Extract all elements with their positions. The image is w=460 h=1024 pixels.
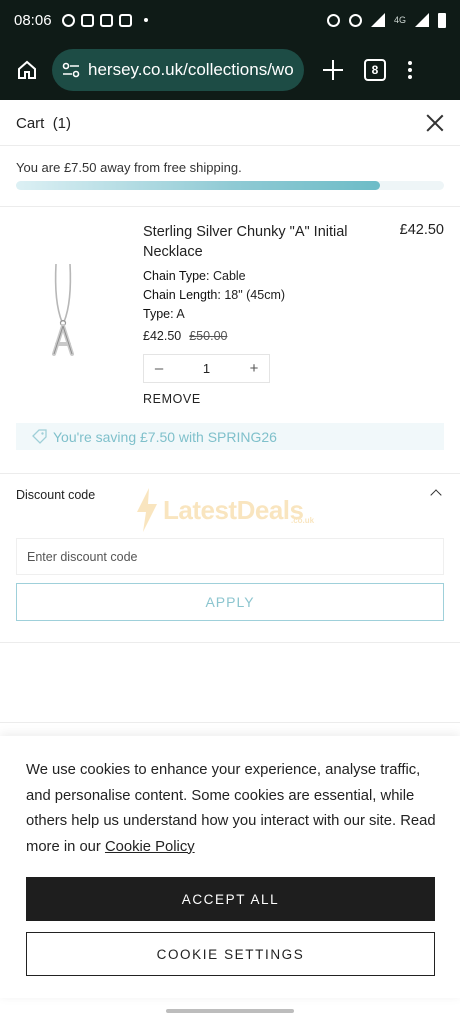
divider: [0, 206, 460, 207]
quantity-stepper: – 1 +: [143, 354, 270, 383]
shipping-progress-bar: [16, 181, 444, 190]
tag-icon: [32, 429, 47, 444]
signal-icon: [415, 13, 429, 27]
lightning-icon: [137, 488, 157, 532]
product-name[interactable]: Sterling Silver Chunky "A" Initial Neckl…: [143, 222, 373, 262]
alarm-icon: [326, 13, 340, 27]
attribute-chain-length: Chain Length: 18" (45cm): [143, 288, 286, 302]
divider: [0, 473, 460, 474]
shipping-progress-fill: [16, 181, 380, 190]
browser-toolbar: hersey.co.uk/collections/wo 8: [0, 40, 460, 100]
quantity-value[interactable]: 1: [174, 361, 239, 376]
accept-all-cookies-button[interactable]: ACCEPT ALL: [26, 877, 435, 921]
compare-price: £50.00: [189, 329, 228, 343]
cart-count: (1): [52, 114, 72, 132]
browser-menu-button[interactable]: [408, 61, 412, 79]
divider: [0, 145, 460, 146]
line-item-price: £42.50: [399, 222, 444, 238]
status-time: 08:06: [14, 11, 52, 29]
decrease-quantity-button[interactable]: –: [144, 360, 174, 377]
product-image[interactable]: [40, 262, 86, 362]
increase-quantity-button[interactable]: +: [239, 360, 269, 377]
remove-item-button[interactable]: REMOVE: [143, 392, 201, 406]
attribute-chain-type: Chain Type: Cable: [143, 269, 246, 283]
sale-price: £42.50: [143, 329, 182, 343]
latestdeals-watermark: LatestDeals .co.uk: [135, 488, 314, 532]
discount-code-input[interactable]: [16, 538, 444, 575]
home-icon: [18, 60, 36, 79]
site-settings-icon[interactable]: [62, 62, 80, 78]
gesture-navigation-bar[interactable]: [166, 1009, 294, 1013]
price-group: £42.50 £50.00: [143, 329, 227, 343]
wifi-icon: [370, 13, 385, 27]
chevron-up-icon[interactable]: [430, 489, 442, 501]
status-bar: 08:06 4G: [0, 0, 460, 40]
messenger-icon: [61, 13, 75, 27]
apply-discount-button[interactable]: APPLY: [16, 583, 444, 621]
close-cart-button[interactable]: [426, 114, 444, 132]
network-type: 4G: [393, 15, 406, 25]
more-notifications-dot: [143, 18, 148, 22]
notification-icon: [99, 13, 113, 27]
divider: [0, 722, 460, 723]
discount-code-heading[interactable]: Discount code: [16, 488, 95, 502]
url-text: hersey.co.uk/collections/wo: [88, 60, 294, 79]
cookie-message: We use cookies to enhance your experienc…: [26, 762, 436, 855]
cookie-banner: We use cookies to enhance your experienc…: [0, 736, 460, 998]
battery-icon: [438, 12, 446, 28]
attribute-type: Type: A: [143, 307, 185, 321]
cart-title: Cart (1): [16, 114, 72, 132]
data-saver-icon: [348, 13, 362, 27]
news-icon: [118, 13, 132, 27]
cookie-policy-link[interactable]: Cookie Policy: [105, 839, 195, 855]
tab-switcher-button[interactable]: 8: [364, 59, 386, 81]
saving-message: You're saving £7.50 with SPRING26: [53, 428, 277, 445]
cart-header: Cart (1): [0, 101, 460, 145]
divider: [0, 642, 460, 643]
cookie-settings-button[interactable]: COOKIE SETTINGS: [26, 932, 435, 976]
free-shipping-message: You are £7.50 away from free shipping.: [16, 160, 242, 175]
new-tab-button[interactable]: [320, 57, 346, 83]
home-button[interactable]: [10, 53, 44, 87]
saving-banner: You're saving £7.50 with SPRING26: [16, 423, 444, 450]
notification-icon: [80, 13, 94, 27]
address-bar[interactable]: hersey.co.uk/collections/wo: [52, 49, 304, 91]
